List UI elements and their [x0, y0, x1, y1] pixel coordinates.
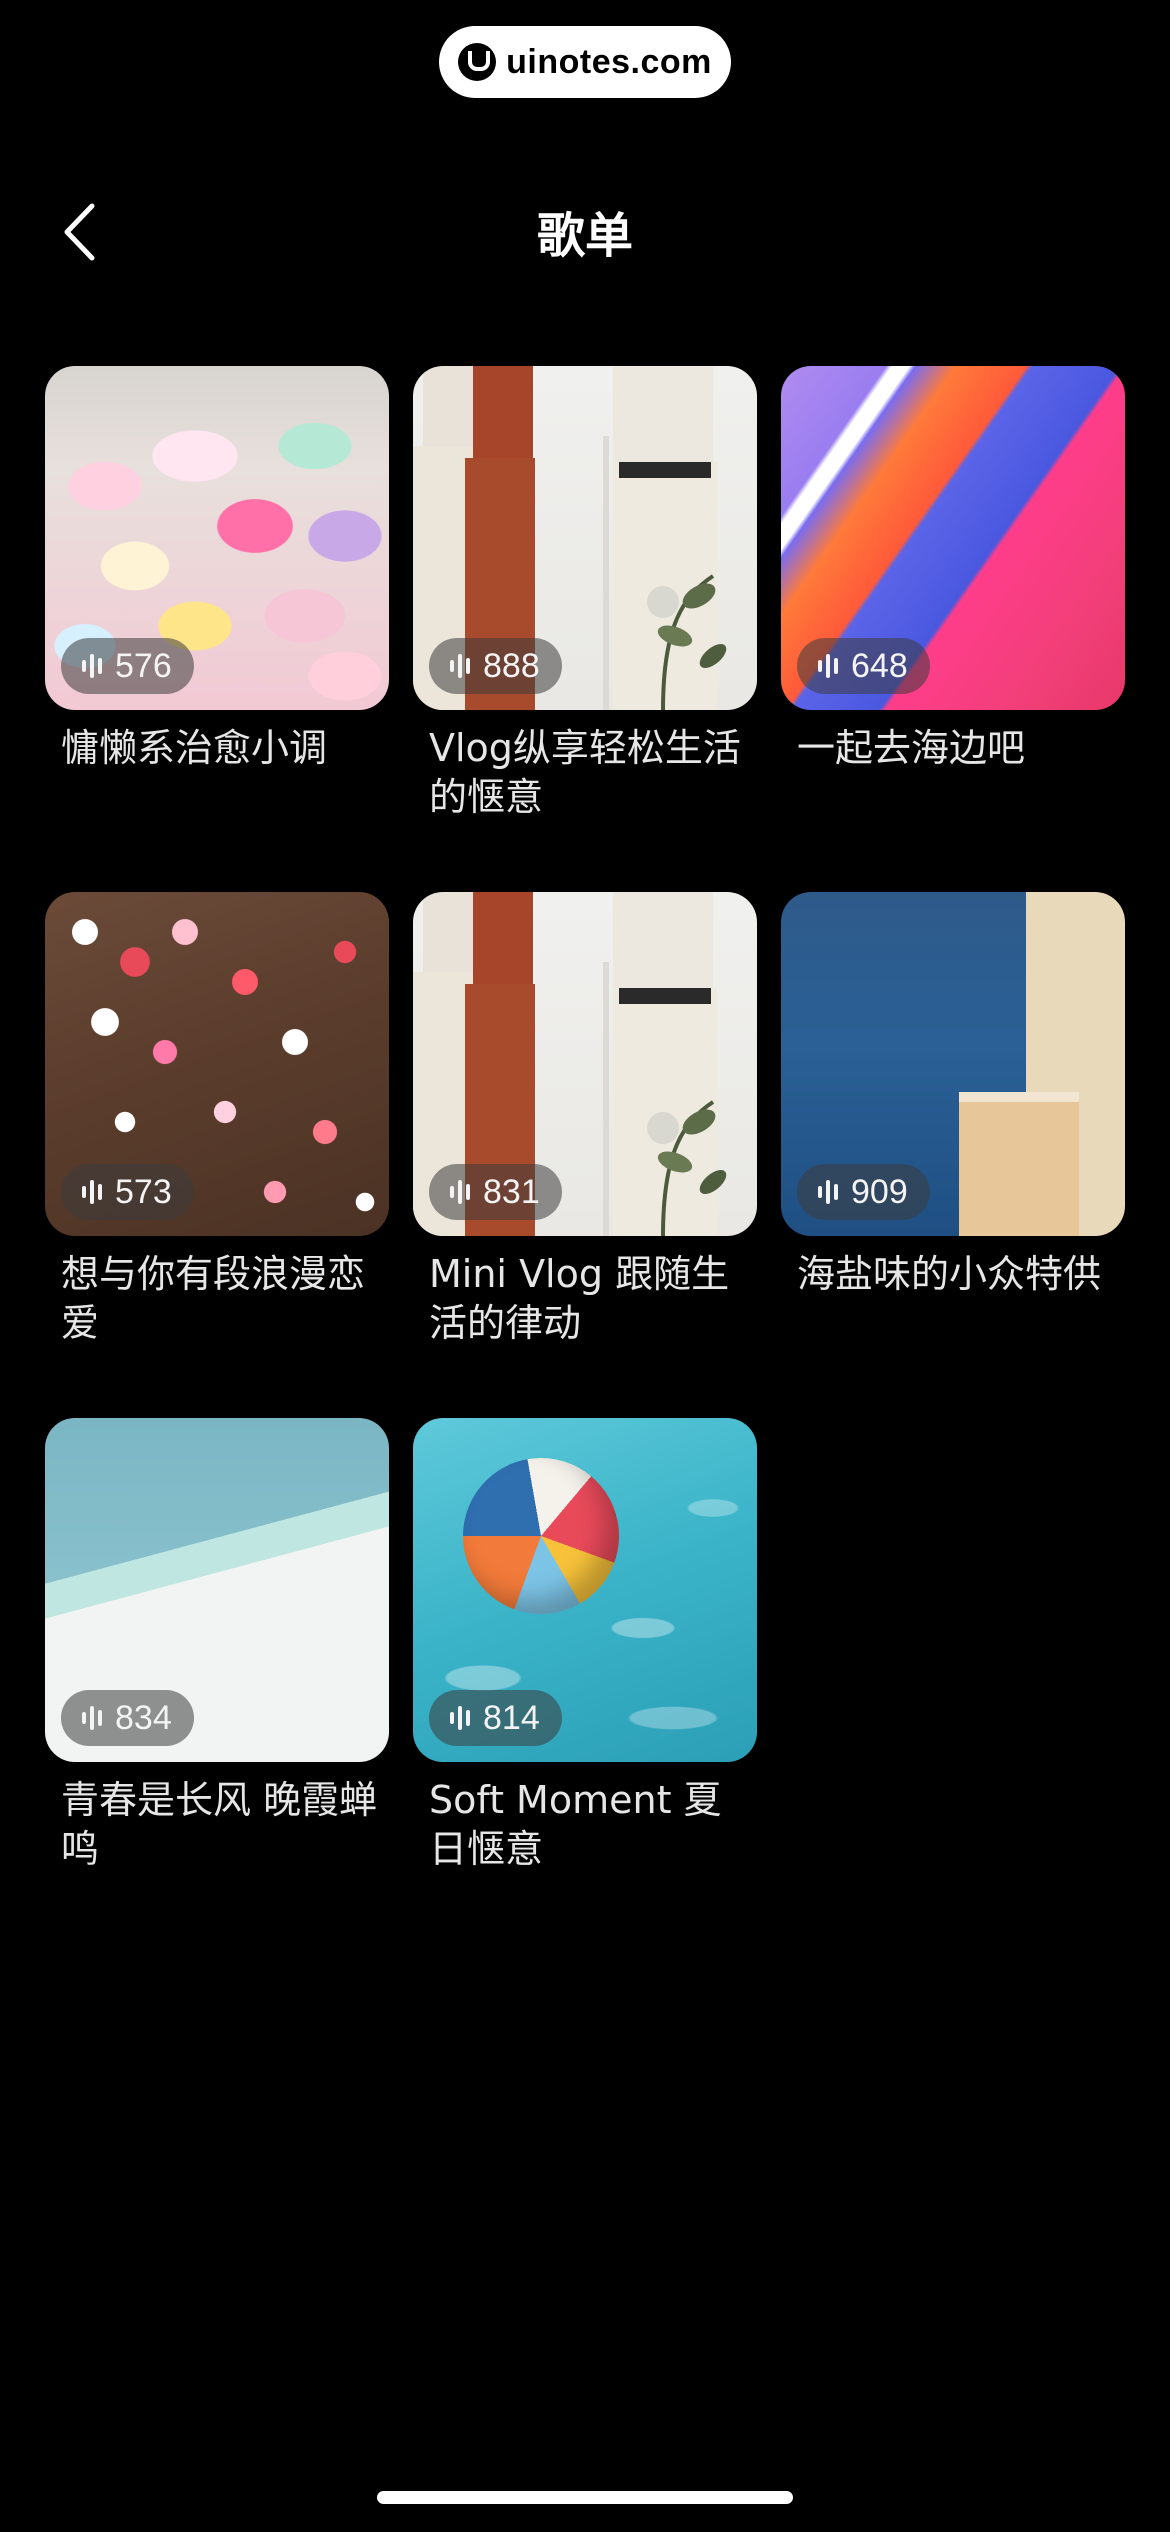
play-count-badge: 831	[429, 1164, 562, 1220]
playlist-title: 一起去海边吧	[797, 726, 1026, 770]
playlist-cover: 834	[45, 1418, 389, 1762]
playlist-grid: 576 慵懒系治愈小调 888 Vlog纵享轻松生活的惬意 648 一起去海边吧…	[45, 366, 1125, 1944]
playlist-title: Vlog纵享轻松生活的惬意	[429, 726, 741, 819]
playlist-title: Mini Vlog 跟随生活的律动	[429, 1252, 730, 1345]
play-count: 888	[483, 646, 540, 685]
playlist-title: 慵懒系治愈小调	[61, 726, 328, 770]
play-count-badge: 814	[429, 1690, 562, 1746]
play-count: 814	[483, 1698, 540, 1737]
sound-wave-icon	[450, 654, 470, 678]
playlist-cover: 573	[45, 892, 389, 1236]
playlist-cover: 888	[413, 366, 757, 710]
play-count-badge: 834	[61, 1690, 194, 1746]
play-count: 648	[851, 646, 908, 685]
play-count: 831	[483, 1172, 540, 1211]
playlist-card[interactable]: 831 Mini Vlog 跟随生活的律动	[413, 892, 757, 1418]
playlist-cover: 648	[781, 366, 1125, 710]
watermark: uinotes.com	[439, 26, 731, 98]
sound-wave-icon	[82, 1180, 102, 1204]
play-count: 576	[115, 646, 172, 685]
beach-ball-art	[463, 1458, 619, 1614]
play-count: 573	[115, 1172, 172, 1211]
sound-wave-icon	[450, 1180, 470, 1204]
playlist-title: 海盐味的小众特供	[797, 1252, 1102, 1296]
sound-wave-icon	[450, 1706, 470, 1730]
playlist-card[interactable]: 814 Soft Moment 夏日惬意	[413, 1418, 757, 1944]
play-count-badge: 648	[797, 638, 930, 694]
playlist-title: Soft Moment 夏日惬意	[429, 1778, 722, 1871]
playlist-card[interactable]: 834 青春是长风 晚霞蝉鸣	[45, 1418, 389, 1944]
sound-wave-icon	[82, 654, 102, 678]
playlist-title: 青春是长风 晚霞蝉鸣	[61, 1778, 378, 1871]
playlist-cover: 576	[45, 366, 389, 710]
sound-wave-icon	[818, 1180, 838, 1204]
play-count-badge: 573	[61, 1164, 194, 1220]
playlist-card[interactable]: 576 慵懒系治愈小调	[45, 366, 389, 892]
sound-wave-icon	[818, 654, 838, 678]
playlist-card[interactable]: 648 一起去海边吧	[781, 366, 1125, 892]
playlist-card[interactable]: 909 海盐味的小众特供	[781, 892, 1125, 1418]
playlist-card[interactable]: 573 想与你有段浪漫恋爱	[45, 892, 389, 1418]
play-count: 834	[115, 1698, 172, 1737]
playlist-cover: 831	[413, 892, 757, 1236]
play-count-badge: 909	[797, 1164, 930, 1220]
play-count: 909	[851, 1172, 908, 1211]
page-title: 歌单	[536, 208, 633, 264]
playlist-title: 想与你有段浪漫恋爱	[61, 1252, 366, 1345]
watermark-text: uinotes.com	[506, 42, 712, 81]
playlist-cover: 814	[413, 1418, 757, 1762]
play-count-badge: 888	[429, 638, 562, 694]
playlist-card[interactable]: 888 Vlog纵享轻松生活的惬意	[413, 366, 757, 892]
home-indicator[interactable]	[377, 2491, 793, 2504]
sound-wave-icon	[82, 1706, 102, 1730]
uinotes-logo-icon	[458, 43, 497, 81]
play-count-badge: 576	[61, 638, 194, 694]
playlist-cover: 909	[781, 892, 1125, 1236]
